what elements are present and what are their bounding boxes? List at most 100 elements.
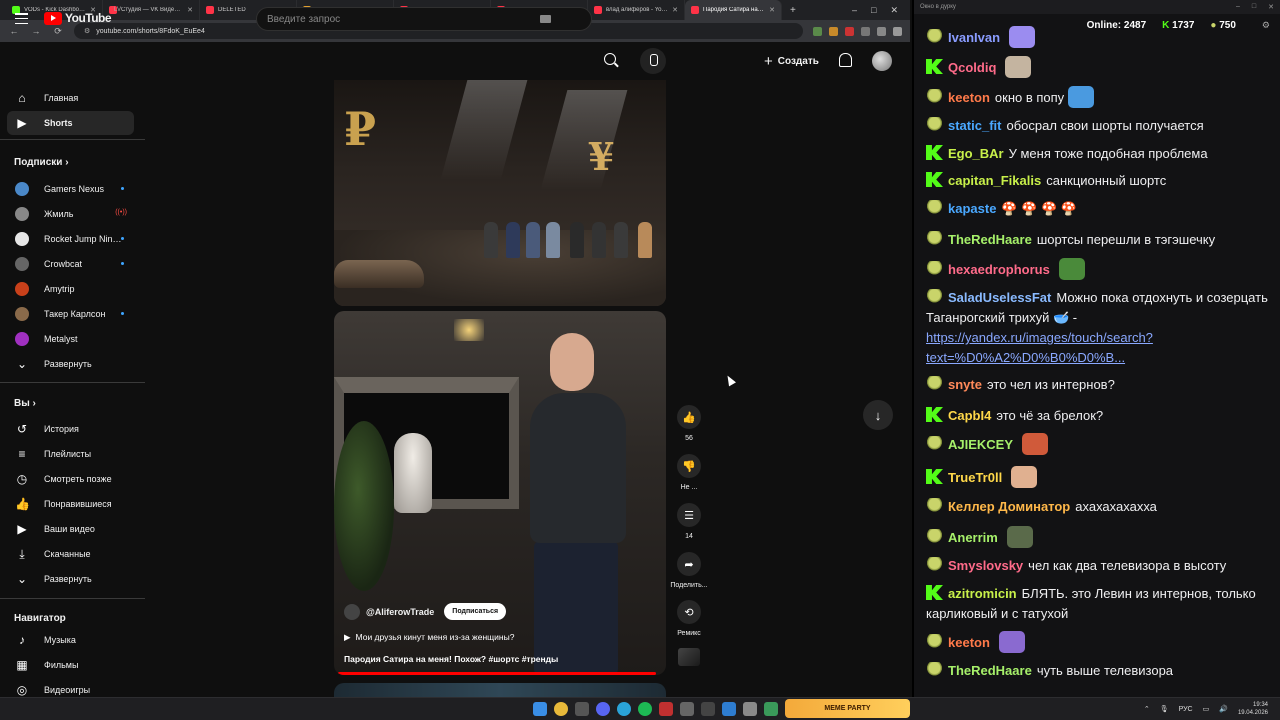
menu-hamburger-icon[interactable] bbox=[15, 13, 28, 24]
clock[interactable]: 19:34 19.04.2026 bbox=[1238, 701, 1268, 717]
next-short-preview[interactable] bbox=[334, 683, 666, 697]
youtube-logo[interactable]: YouTube LV bbox=[44, 7, 121, 25]
sidebar-item-shorts[interactable]: ▶ Shorts bbox=[7, 111, 134, 135]
meme-party-banner[interactable]: MEME PARTY bbox=[785, 699, 910, 718]
sidebar-channel[interactable]: Жмиль ((•)) bbox=[7, 202, 134, 226]
back-icon[interactable]: ← bbox=[8, 26, 20, 36]
sidebar-you-item[interactable]: ⌄ Развернуть bbox=[7, 567, 134, 591]
sidebar-item-home[interactable]: ⌂ Главная bbox=[7, 86, 134, 110]
chrome-icon[interactable] bbox=[554, 702, 568, 716]
account-avatar[interactable] bbox=[872, 51, 892, 71]
notifications-bell-icon[interactable] bbox=[839, 53, 852, 67]
forward-icon[interactable]: → bbox=[30, 26, 42, 36]
remix-action[interactable]: ⟲ Ремикс bbox=[670, 600, 708, 637]
chat-username[interactable]: SaladUselessFat bbox=[948, 290, 1051, 305]
sidebar-channel[interactable]: Такер Карлсон bbox=[7, 302, 134, 326]
chat-username[interactable]: azitromicin bbox=[948, 586, 1017, 601]
previous-short-video[interactable]: ₽ ¥ bbox=[334, 80, 666, 306]
tab-close-icon[interactable]: ✕ bbox=[672, 6, 678, 14]
sidebar-you-item[interactable]: ⤓ Скачанные bbox=[7, 542, 134, 566]
chat-username[interactable]: Anerrim bbox=[948, 530, 998, 545]
language-indicator[interactable]: РУС bbox=[1179, 706, 1193, 713]
telegram-icon[interactable] bbox=[617, 702, 631, 716]
app-icon[interactable] bbox=[575, 702, 589, 716]
sidebar-channel[interactable]: Amytrip bbox=[7, 277, 134, 301]
sidebar-channel[interactable]: Metalyst bbox=[7, 327, 134, 351]
subscribe-button[interactable]: Подписаться bbox=[444, 603, 507, 620]
spotify-icon[interactable] bbox=[638, 702, 652, 716]
create-button[interactable]: + Создать bbox=[764, 51, 819, 71]
app-icon[interactable] bbox=[701, 702, 715, 716]
playback-progress[interactable] bbox=[338, 672, 656, 675]
sidebar-channel[interactable]: Crowbcat bbox=[7, 252, 134, 276]
chat-username[interactable]: keeton bbox=[948, 90, 990, 105]
browser-tab[interactable]: Пародия Сатира на м… ✕ bbox=[685, 0, 782, 20]
app-icon[interactable] bbox=[764, 702, 778, 716]
site-info-icon[interactable]: ⚙ bbox=[84, 27, 90, 35]
remix-icon[interactable]: ⟲ bbox=[677, 600, 701, 624]
close-icon[interactable]: ✕ bbox=[890, 5, 898, 16]
chat-username[interactable]: snyte bbox=[948, 377, 982, 392]
chat-username[interactable]: static_fit bbox=[948, 118, 1001, 133]
extension-icon[interactable] bbox=[813, 26, 822, 36]
app-icon[interactable] bbox=[722, 702, 736, 716]
chat-username[interactable]: Ego_BAr bbox=[948, 146, 1004, 161]
search-input[interactable]: Введите запрос bbox=[256, 7, 592, 31]
app-icon[interactable] bbox=[680, 702, 694, 716]
share-icon[interactable]: ➦ bbox=[677, 552, 701, 576]
sound-thumbnail[interactable] bbox=[678, 648, 700, 666]
keyboard-icon[interactable] bbox=[540, 15, 551, 23]
sidebar-you-item[interactable]: ≡ Плейлисты bbox=[7, 442, 134, 466]
chat-username[interactable]: Smyslovsky bbox=[948, 558, 1023, 573]
comments-action[interactable]: ☰ 14 bbox=[670, 503, 708, 540]
tab-close-icon[interactable]: ✕ bbox=[187, 6, 193, 14]
chat-username[interactable]: TheRedHaare bbox=[948, 663, 1032, 678]
app-icon[interactable] bbox=[659, 702, 673, 716]
comments-icon[interactable]: ☰ bbox=[677, 503, 701, 527]
you-header[interactable]: Вы › bbox=[14, 398, 36, 409]
current-short-video[interactable]: @AliferowTrade Подписаться ▶ Мои друзья … bbox=[334, 311, 666, 675]
dislike-action[interactable]: 👎 Не ... bbox=[670, 454, 708, 491]
discord-icon[interactable] bbox=[596, 702, 610, 716]
channel-name[interactable]: @AliferowTrade bbox=[366, 607, 434, 617]
network-icon[interactable]: ▭ bbox=[1203, 705, 1210, 713]
sidebar-channel[interactable]: Gamers Nexus bbox=[7, 177, 134, 201]
next-video-arrow-icon[interactable]: ↓ bbox=[863, 400, 893, 430]
reload-icon[interactable]: ⟳ bbox=[52, 26, 64, 37]
sidebar-nav-item[interactable]: ▦ Фильмы bbox=[7, 653, 134, 677]
chat-username[interactable]: IvanIvan bbox=[948, 30, 1000, 45]
chat-username[interactable]: CapbI4 bbox=[948, 408, 991, 423]
chat-username[interactable]: Келлер Доминатор bbox=[948, 499, 1070, 514]
chat-username[interactable]: TheRedHaare bbox=[948, 232, 1032, 247]
chat-username[interactable]: capitan_Fikalis bbox=[948, 173, 1041, 188]
sidebar-nav-item[interactable]: ♪ Музыка bbox=[7, 628, 134, 652]
short-title[interactable]: Пародия Сатира на меня! Похож? #шортс #т… bbox=[344, 654, 558, 664]
volume-icon[interactable]: 🔊 bbox=[1219, 705, 1228, 713]
chat-username[interactable]: TrueTr0ll bbox=[948, 470, 1002, 485]
tab-close-icon[interactable]: ✕ bbox=[769, 6, 775, 14]
chat-username[interactable]: kapaste bbox=[948, 201, 996, 216]
dislike-icon[interactable]: 👎 bbox=[677, 454, 701, 478]
music-row[interactable]: ▶ Мои друзья кинут меня из-за женщины? bbox=[344, 632, 514, 643]
sidebar-you-item[interactable]: ▶ Ваши видео bbox=[7, 517, 134, 541]
subscriptions-header[interactable]: Подписки › bbox=[14, 157, 69, 168]
browser-tab[interactable]: влад алиферов - YouTube✕ bbox=[588, 0, 685, 20]
sidebar-channel[interactable]: Rocket Jump Nin… bbox=[7, 227, 134, 251]
chat-username[interactable]: hexaedrophorus bbox=[948, 262, 1050, 277]
download-icon[interactable] bbox=[877, 26, 886, 36]
minimize-icon[interactable]: – bbox=[852, 5, 857, 16]
sidebar-you-item[interactable]: 👍 Понравившиеся bbox=[7, 492, 134, 516]
sidebar-you-item[interactable]: ↺ История bbox=[7, 417, 134, 441]
like-action[interactable]: 👍 56 bbox=[670, 405, 708, 442]
app-icon[interactable] bbox=[743, 702, 757, 716]
expand-subscriptions[interactable]: ⌄ Развернуть bbox=[7, 352, 134, 376]
chat-link[interactable]: https://yandex.ru/images/touch/search?te… bbox=[926, 330, 1153, 365]
chat-username[interactable]: Qcoldiq bbox=[948, 60, 996, 75]
chat-window-controls[interactable]: – □ ✕ bbox=[1236, 3, 1274, 11]
share-action[interactable]: ➦ Поделить... bbox=[670, 552, 708, 589]
extension-icon[interactable] bbox=[861, 26, 870, 36]
tray-chevron-icon[interactable]: ⌃ bbox=[1144, 705, 1150, 713]
mic-icon[interactable]: 🎙 bbox=[1160, 705, 1169, 713]
voice-search-icon[interactable] bbox=[640, 48, 666, 74]
new-tab-button[interactable]: + bbox=[782, 5, 804, 16]
